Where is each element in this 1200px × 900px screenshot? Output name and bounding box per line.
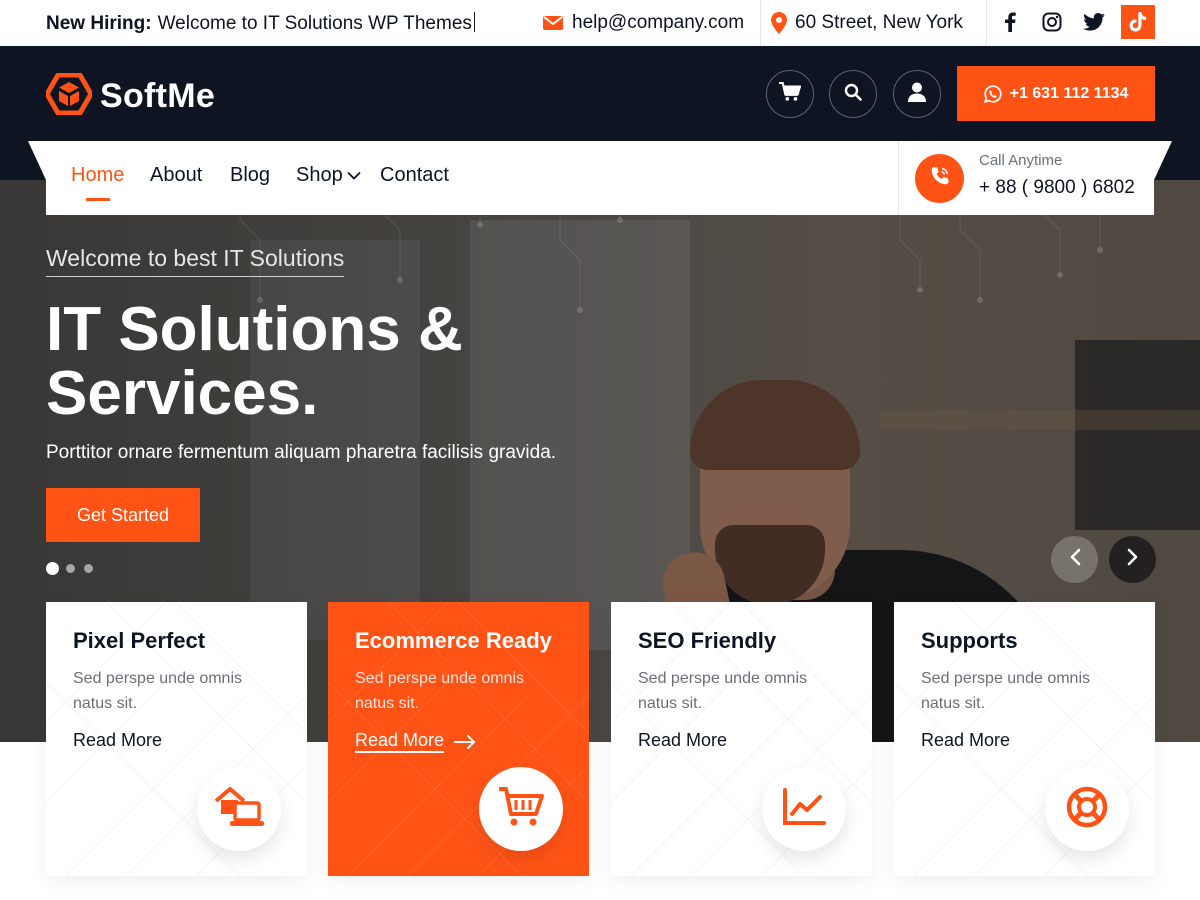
slider-next-button[interactable] bbox=[1109, 536, 1156, 583]
chevron-left-icon bbox=[1069, 548, 1081, 571]
lifebuoy-icon bbox=[1065, 785, 1109, 834]
hero-subtitle: Welcome to best IT Solutions bbox=[46, 245, 345, 277]
address-text: 60 Street, New York bbox=[771, 12, 963, 34]
feature-icon-badge bbox=[479, 767, 563, 851]
cart-icon bbox=[498, 786, 544, 833]
read-more-link[interactable]: Read More bbox=[355, 730, 476, 753]
chevron-right-icon bbox=[1127, 548, 1139, 571]
feature-text: Sed perspe unde omnis natus sit. bbox=[638, 670, 807, 712]
nav-wing bbox=[1154, 141, 1172, 180]
call-anytime-label: Call Anytime bbox=[979, 152, 1063, 169]
hero-title-line: Services. bbox=[46, 359, 319, 428]
hiring-text: Welcome to IT Solutions WP Themes bbox=[157, 13, 472, 34]
instagram-icon[interactable] bbox=[1035, 5, 1069, 39]
feature-icon-badge bbox=[197, 767, 281, 851]
search-button[interactable] bbox=[829, 70, 877, 118]
nav-item-about[interactable]: About bbox=[150, 164, 202, 187]
slider-dot-1[interactable] bbox=[46, 562, 59, 575]
call-anytime-number[interactable]: + 88 ( 9800 ) 6802 bbox=[979, 177, 1135, 199]
read-more-link[interactable]: Read More bbox=[73, 730, 162, 751]
cart-button[interactable] bbox=[766, 70, 814, 118]
read-more-link[interactable]: Read More bbox=[638, 730, 727, 751]
feature-text: Sed perspe unde omnis natus sit. bbox=[921, 670, 1090, 712]
chart-line-icon bbox=[782, 787, 826, 831]
feature-card-supports: Supports Sed perspe unde omnis natus sit… bbox=[894, 602, 1155, 876]
feature-text: Sed perspe unde omnis natus sit. bbox=[355, 670, 524, 712]
read-more-label: Read More bbox=[638, 730, 728, 750]
chevron-down-icon bbox=[347, 171, 361, 180]
phone-button[interactable]: +1 631 112 1134 bbox=[957, 66, 1155, 121]
hero-title: IT Solutions & Services. bbox=[46, 298, 606, 426]
feature-title: Pixel Perfect bbox=[73, 628, 206, 653]
logo-text: SoftMe bbox=[100, 77, 216, 115]
read-more-label: Read More bbox=[355, 730, 445, 753]
nav-wing bbox=[28, 141, 46, 180]
get-started-button[interactable]: Get Started bbox=[46, 488, 200, 542]
feature-title: SEO Friendly bbox=[638, 628, 777, 653]
email-text: help@company.com bbox=[572, 12, 745, 33]
nav-item-shop-label: Shop bbox=[296, 164, 343, 186]
hero-title-line: IT Solutions & bbox=[46, 295, 463, 364]
call-button[interactable] bbox=[915, 154, 964, 203]
feature-card-pixel-perfect: Pixel Perfect Sed perspe unde omnis natu… bbox=[46, 602, 307, 876]
divider bbox=[760, 0, 761, 46]
whatsapp-icon bbox=[983, 84, 1002, 103]
email-link[interactable]: help@company.com bbox=[542, 12, 744, 34]
feature-text: Sed perspe unde omnis natus sit. bbox=[73, 670, 242, 712]
phone-call-icon bbox=[929, 165, 951, 192]
phone-button-text: +1 631 112 1134 bbox=[1009, 84, 1129, 102]
feature-title: Supports bbox=[921, 628, 1018, 653]
address-value: 60 Street, New York bbox=[795, 12, 963, 33]
logo-mark-icon bbox=[44, 72, 94, 120]
read-more-label: Read More bbox=[73, 730, 163, 750]
user-icon bbox=[908, 82, 926, 107]
nav-divider bbox=[898, 141, 899, 215]
feature-icon-badge bbox=[762, 767, 846, 851]
logo[interactable]: SoftMe bbox=[44, 72, 216, 120]
slider-dot-3[interactable] bbox=[84, 564, 93, 573]
laptop-home-icon bbox=[214, 785, 264, 834]
text-cursor bbox=[473, 12, 475, 32]
feature-icon-badge bbox=[1045, 767, 1129, 851]
nav-item-shop[interactable]: Shop bbox=[296, 164, 361, 187]
nav-item-contact[interactable]: Contact bbox=[380, 164, 449, 187]
envelope-icon bbox=[542, 15, 564, 31]
main-navigation: Home About Blog Shop Contact Call Anytim… bbox=[28, 141, 1172, 215]
hiring-label: New Hiring: bbox=[46, 13, 152, 34]
tiktok-icon[interactable] bbox=[1121, 5, 1155, 39]
divider bbox=[986, 0, 987, 46]
nav-bar: Home About Blog Shop Contact Call Anytim… bbox=[46, 141, 1154, 215]
top-bar: New Hiring: Welcome to IT Solutions WP Th… bbox=[0, 0, 1200, 46]
hiring-announcement: New Hiring: Welcome to IT Solutions WP Th… bbox=[46, 12, 475, 35]
nav-item-blog[interactable]: Blog bbox=[230, 164, 270, 187]
location-pin-icon bbox=[771, 12, 787, 34]
feature-title: Ecommerce Ready bbox=[355, 628, 552, 653]
feature-card-seo: SEO Friendly Sed perspe unde omnis natus… bbox=[611, 602, 872, 876]
read-more-link[interactable]: Read More bbox=[921, 730, 1010, 751]
arrow-right-icon bbox=[454, 734, 476, 749]
account-button[interactable] bbox=[893, 70, 941, 118]
hero-description: Porttitor ornare fermentum aliquam phare… bbox=[46, 442, 557, 463]
twitter-icon[interactable] bbox=[1077, 5, 1111, 39]
search-icon bbox=[844, 83, 862, 106]
nav-item-home[interactable]: Home bbox=[71, 164, 124, 201]
slider-prev-button[interactable] bbox=[1051, 536, 1098, 583]
feature-card-ecommerce: Ecommerce Ready Sed perspe unde omnis na… bbox=[328, 602, 589, 876]
cart-icon bbox=[779, 81, 802, 107]
read-more-label: Read More bbox=[921, 730, 1011, 750]
slider-dot-2[interactable] bbox=[66, 564, 75, 573]
facebook-icon[interactable] bbox=[993, 5, 1027, 39]
